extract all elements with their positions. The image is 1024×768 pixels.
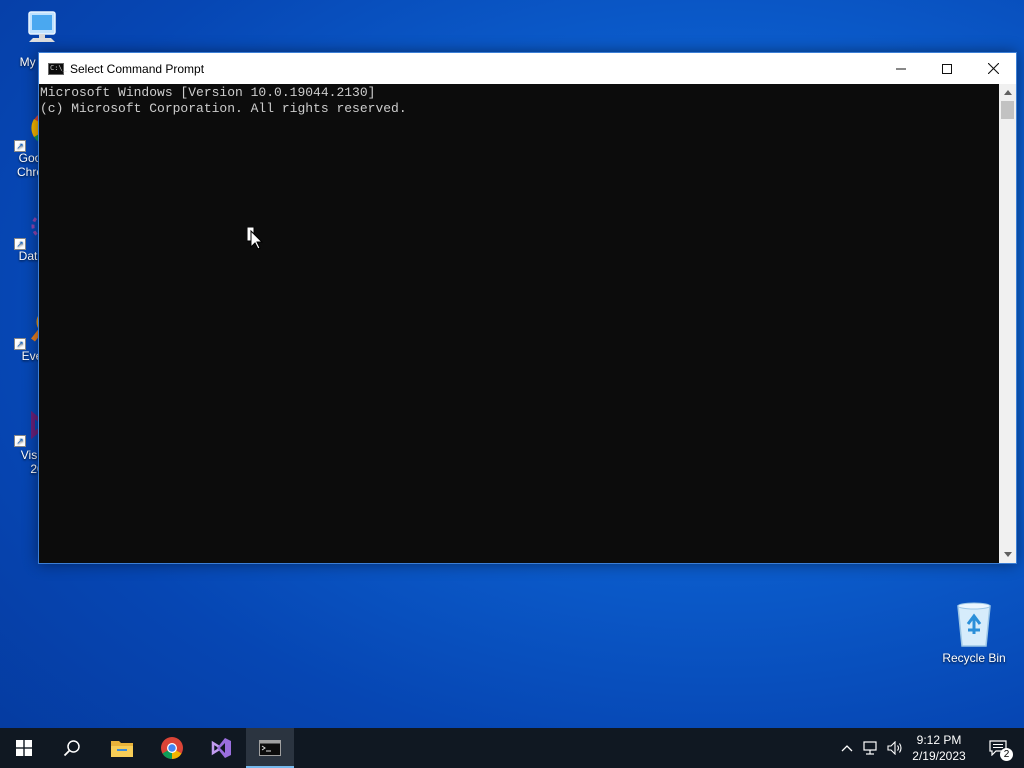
- notification-count-badge: 2: [1000, 748, 1013, 761]
- network-button[interactable]: [860, 728, 882, 768]
- volume-button[interactable]: [884, 728, 906, 768]
- scroll-up-button[interactable]: [999, 84, 1016, 101]
- close-button[interactable]: [970, 53, 1016, 84]
- cmd-icon: [259, 740, 281, 756]
- search-button[interactable]: [48, 728, 96, 768]
- chevron-up-icon: [841, 745, 853, 752]
- start-button[interactable]: [0, 728, 48, 768]
- scroll-thumb[interactable]: [1001, 101, 1014, 119]
- scroll-down-button[interactable]: [999, 546, 1016, 563]
- folder-icon: [111, 741, 133, 757]
- visual-studio-icon: [211, 738, 231, 758]
- taskbar-command-prompt[interactable]: [246, 728, 294, 768]
- network-icon: [863, 741, 877, 755]
- action-center-button[interactable]: 2: [978, 728, 1018, 768]
- maximize-icon: [942, 63, 952, 74]
- command-prompt-window[interactable]: C:\_ Select Command Prompt Microsoft Win…: [38, 52, 1017, 564]
- console-line: Microsoft Windows [Version 10.0.19044.21…: [40, 85, 376, 100]
- shortcut-arrow-icon: ↗: [14, 435, 26, 447]
- computer-icon: [28, 11, 56, 42]
- taskbar-visual-studio[interactable]: [197, 728, 245, 768]
- desktop-icon-label: Recycle Bin: [942, 651, 1006, 665]
- recycle-bin-icon: [957, 602, 991, 647]
- taskbar-chrome[interactable]: [148, 728, 196, 768]
- desktop-icon-recycle-bin[interactable]: Recycle Bin: [937, 600, 1011, 665]
- mouse-pointer-icon: [247, 227, 264, 250]
- console-output[interactable]: Microsoft Windows [Version 10.0.19044.21…: [39, 84, 1000, 563]
- chrome-icon: [161, 737, 183, 759]
- close-icon: [987, 63, 999, 74]
- taskbar: 9:12 PM 2/19/2023 2: [0, 728, 1024, 768]
- clock-button[interactable]: 9:12 PM 2/19/2023: [906, 728, 972, 768]
- cmd-icon: C:\_: [48, 62, 67, 75]
- clock-date: 2/19/2023: [912, 749, 966, 763]
- chevron-down-icon: [1003, 552, 1012, 557]
- search-icon: [63, 740, 80, 757]
- minimize-button[interactable]: [878, 53, 924, 84]
- chevron-up-icon: [1003, 90, 1012, 95]
- volume-icon: [887, 741, 902, 755]
- shortcut-arrow-icon: ↗: [14, 238, 26, 250]
- taskbar-file-explorer[interactable]: [98, 728, 146, 768]
- show-hidden-icons-button[interactable]: [836, 728, 858, 768]
- windows-logo-icon: [16, 740, 32, 756]
- maximize-button[interactable]: [924, 53, 970, 84]
- vertical-scrollbar[interactable]: [999, 84, 1016, 563]
- window-title: Select Command Prompt: [70, 61, 205, 76]
- console-line: (c) Microsoft Corporation. All rights re…: [40, 101, 407, 116]
- clock-time: 9:12 PM: [916, 733, 962, 747]
- title-bar[interactable]: C:\_ Select Command Prompt: [39, 53, 1016, 84]
- minimize-icon: [896, 68, 906, 69]
- shortcut-arrow-icon: ↗: [14, 338, 26, 350]
- shortcut-arrow-icon: ↗: [14, 140, 26, 152]
